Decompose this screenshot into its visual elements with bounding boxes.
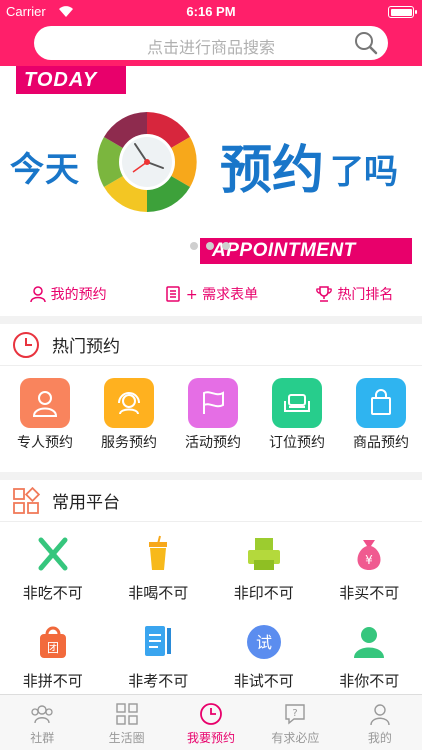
quick-link-label: 我的预约 — [50, 287, 107, 303]
quick-link-label: 热门排名 — [337, 287, 394, 303]
section-title: 常用平台 — [52, 493, 120, 513]
grid-icon — [115, 703, 138, 725]
platform-item-label: 非考不可 — [128, 672, 189, 690]
form-icon — [166, 286, 180, 302]
tab-label: 我要预约 — [187, 731, 236, 745]
clock-icon — [200, 703, 222, 725]
money-bag-icon: ¥ — [357, 540, 381, 570]
header-bar: 点击进行商品搜索 — [0, 24, 422, 66]
hot-item-icon-box — [188, 378, 238, 428]
quick-link-label: + 需求表单 — [185, 287, 259, 303]
tab-life-circle[interactable]: 生活圈 — [84, 695, 168, 750]
flag-icon — [203, 391, 224, 414]
platform-item-label: 非印不可 — [233, 584, 294, 602]
hot-item-service[interactable]: 服务预约 — [98, 378, 160, 452]
drink-icon — [149, 535, 168, 570]
question-icon: ? — [285, 704, 306, 725]
tab-mine[interactable]: 我的 — [338, 695, 422, 750]
hot-appointments-section: 热门预约 专人预约 服务预约 活动预约 订位预约 商品预约 — [0, 324, 422, 472]
community-icon — [31, 705, 53, 724]
sofa-icon — [284, 394, 310, 412]
apps-icon — [13, 486, 40, 514]
quick-links: 我的预约 + 需求表单 热门排名 — [0, 272, 422, 316]
platform-item-print[interactable]: 非印不可 — [211, 534, 317, 622]
common-platforms-section: 常用平台 非吃不可 非喝不可 非印不可 ¥ 非买不可 团 非拼不可 非考不可 试 — [0, 480, 422, 694]
platform-item-label: 非喝不可 — [128, 584, 189, 602]
platform-item-label: 非买不可 — [339, 584, 400, 602]
shopping-bag-icon — [371, 389, 391, 415]
exam-icon — [145, 626, 172, 656]
banner-text-tail: 了吗 — [330, 152, 398, 192]
hot-item-label: 商品预约 — [353, 435, 409, 451]
battery-icon — [388, 6, 417, 18]
hot-item-icon-box — [20, 378, 70, 428]
svg-text:¥: ¥ — [365, 553, 373, 567]
hot-item-icon-box — [104, 378, 154, 428]
trial-icon: 试 — [246, 625, 281, 659]
platform-grid: 非吃不可 非喝不可 非印不可 ¥ 非买不可 团 非拼不可 非考不可 试 非试不可… — [0, 522, 422, 710]
tab-book[interactable]: 我要预约 — [169, 695, 253, 750]
platform-item-label: 非拼不可 — [22, 672, 83, 690]
trophy-icon — [316, 286, 333, 302]
tab-label: 我的 — [367, 731, 392, 745]
page-dot[interactable] — [190, 242, 198, 250]
quick-link-hot-ranking[interactable]: 热门排名 — [315, 284, 393, 304]
section-header: 常用平台 — [0, 480, 422, 522]
printer-icon — [247, 538, 280, 570]
tab-community[interactable]: 社群 — [0, 695, 84, 750]
hot-grid: 专人预约 服务预约 活动预约 订位预约 商品预约 — [0, 366, 422, 452]
section-header: 热门预约 — [0, 324, 422, 366]
hot-item-icon-box — [356, 378, 406, 428]
hot-item-booking[interactable]: 订位预约 — [266, 378, 328, 452]
hot-item-personal[interactable]: 专人预约 — [14, 378, 76, 452]
clock-icon — [13, 331, 39, 358]
page-dot[interactable] — [206, 242, 214, 250]
svg-text:团: 团 — [47, 641, 59, 655]
section-title: 热门预约 — [52, 337, 120, 357]
svg-text:试: 试 — [256, 633, 272, 652]
headset-icon — [118, 392, 140, 415]
person-icon — [29, 286, 46, 303]
hot-item-label: 订位预约 — [269, 435, 325, 451]
platform-item-label: 非吃不可 — [22, 584, 83, 602]
page-dot[interactable] — [222, 242, 230, 250]
hot-item-icon-box — [272, 378, 322, 428]
tab-label: 有求必应 — [271, 731, 320, 745]
banner-text-main: 预约 — [220, 141, 325, 201]
person-icon — [32, 391, 58, 417]
clock-time: 6:16 PM — [186, 4, 236, 19]
search-input[interactable]: 点击进行商品搜索 — [34, 26, 388, 60]
quick-link-request-form[interactable]: + 需求表单 — [164, 284, 258, 304]
hot-item-label: 服务预约 — [101, 435, 157, 451]
platform-item-drink[interactable]: 非喝不可 — [106, 534, 212, 622]
search-placeholder: 点击进行商品搜索 — [146, 38, 275, 57]
tab-label: 社群 — [30, 731, 55, 745]
tab-requests[interactable]: ? 有求必应 — [253, 695, 337, 750]
platform-item-buy[interactable]: ¥ 非买不可 — [317, 534, 422, 622]
tab-bar: 社群 生活圈 我要预约 ? 有求必应 我的 — [0, 694, 422, 750]
svg-text:?: ? — [293, 708, 298, 719]
tab-label: 生活圈 — [108, 731, 145, 745]
quick-link-my-appointments[interactable]: 我的预约 — [29, 284, 107, 304]
user-icon — [354, 627, 385, 658]
hot-item-label: 专人预约 — [17, 435, 73, 451]
banner-text-left: 今天 — [10, 150, 80, 190]
banner-appointment-tag: APPOINTMENT — [200, 238, 412, 264]
platform-item-label: 非试不可 — [233, 672, 294, 690]
banner-today-tag: TODAY — [16, 66, 126, 94]
status-bar: Carrier 6:16 PM — [0, 0, 422, 24]
banner-page-dots[interactable] — [190, 242, 230, 250]
hot-item-activity[interactable]: 活动预约 — [182, 378, 244, 452]
platform-item-label: 非你不可 — [339, 672, 400, 690]
promo-banner[interactable]: TODAY 今天 预约 了吗 APPOINTMENT — [0, 66, 422, 272]
fork-knife-icon — [38, 537, 68, 571]
hot-item-label: 活动预约 — [185, 435, 241, 451]
fruit-clock-image — [97, 112, 197, 212]
group-buy-icon: 团 — [39, 626, 66, 658]
search-icon[interactable] — [354, 31, 378, 55]
hot-item-goods[interactable]: 商品预约 — [350, 378, 412, 452]
platform-item-eat[interactable]: 非吃不可 — [0, 534, 106, 622]
profile-icon — [370, 704, 390, 726]
